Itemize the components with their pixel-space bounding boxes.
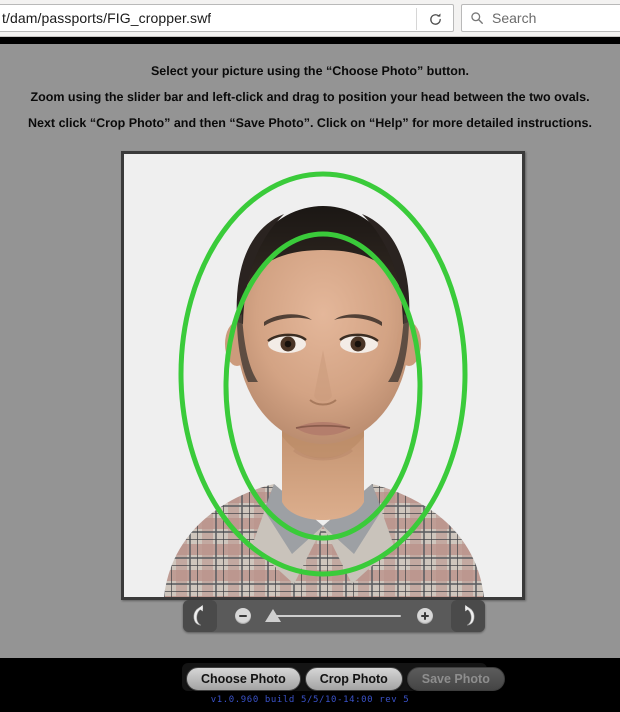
search-placeholder: Search — [492, 10, 537, 26]
action-buttons: Choose Photo Crop Photo Save Photo — [186, 667, 505, 691]
search-icon — [470, 11, 484, 25]
photo-image — [124, 154, 522, 597]
rotate-right-button[interactable] — [451, 600, 485, 632]
minus-icon — [239, 614, 247, 618]
address-bar[interactable]: t/dam/passports/FIG_cropper.swf — [0, 4, 454, 32]
crop-photo-button[interactable]: Crop Photo — [304, 667, 403, 691]
zoom-slider-track — [269, 615, 401, 617]
flash-stage: Select your picture using the “Choose Ph… — [0, 44, 620, 658]
zoom-slider[interactable] — [259, 600, 409, 632]
instruction-line-1: Select your picture using the “Choose Ph… — [150, 64, 470, 78]
rotate-clockwise-icon — [464, 605, 475, 626]
zoom-in-button[interactable] — [417, 608, 433, 624]
zoom-slider-thumb[interactable] — [265, 609, 281, 622]
app-page: t/dam/passports/FIG_cropper.swf Search S… — [0, 0, 620, 712]
photo-tool-bar — [183, 600, 485, 632]
choose-photo-button[interactable]: Choose Photo — [186, 667, 301, 691]
address-bar-divider — [416, 8, 417, 30]
reload-icon — [429, 13, 441, 25]
chrome-divider — [0, 37, 620, 44]
save-photo-button[interactable]: Save Photo — [406, 667, 505, 691]
photo-canvas[interactable] — [124, 154, 522, 597]
plus-icon-v — [423, 612, 427, 620]
zoom-out-button[interactable] — [235, 608, 251, 624]
rotate-left-button[interactable] — [183, 600, 217, 632]
photo-preview-frame[interactable] — [121, 151, 525, 600]
search-field[interactable]: Search — [461, 4, 620, 32]
instructions: Select your picture using the “Choose Ph… — [0, 64, 620, 142]
reload-button[interactable] — [421, 7, 449, 31]
rotate-counterclockwise-icon — [193, 605, 204, 626]
version-label: v1.0.960 build 5/5/10-14:00 rev 5 — [210, 695, 410, 705]
instruction-line-3: Next click “Crop Photo” and then “Save P… — [28, 116, 592, 130]
address-bar-url: t/dam/passports/FIG_cropper.swf — [2, 10, 212, 26]
instruction-line-2: Zoom using the slider bar and left-click… — [30, 90, 590, 104]
browser-toolbar: t/dam/passports/FIG_cropper.swf Search — [0, 0, 620, 37]
